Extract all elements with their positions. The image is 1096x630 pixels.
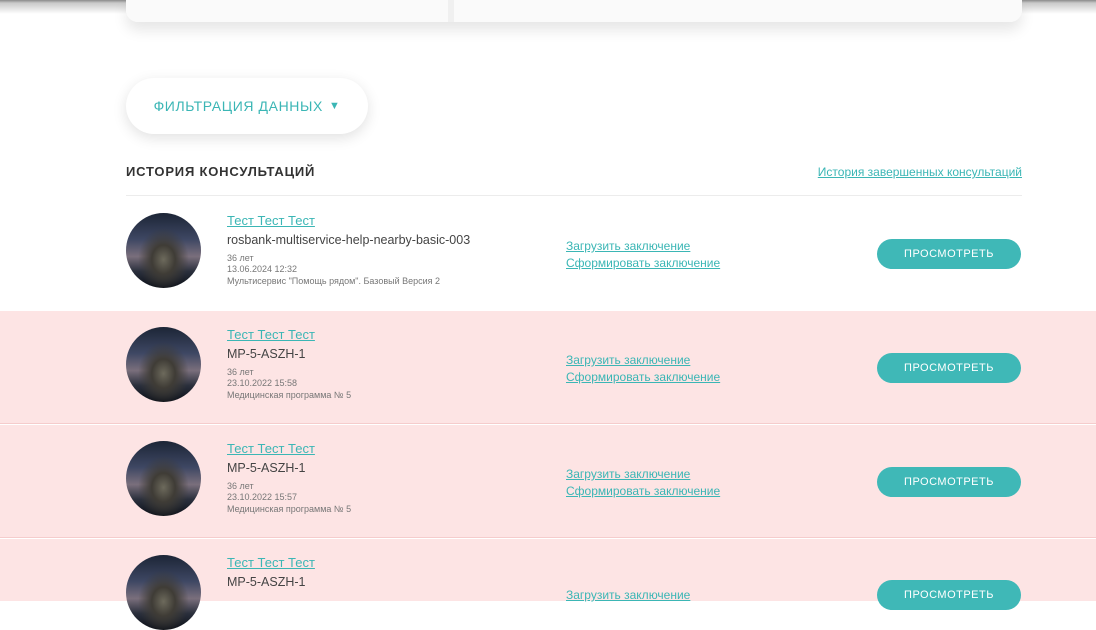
filter-data-label: ФИЛЬТРАЦИЯ ДАННЫХ — [153, 98, 323, 114]
program-name: Медицинская программа № 5 — [227, 390, 352, 400]
generate-conclusion-link[interactable]: Сформировать заключение — [566, 370, 720, 384]
view-button[interactable]: ПРОСМОТРЕТЬ — [877, 580, 1021, 610]
patient-age: 36 лет — [227, 481, 254, 491]
filter-data-button[interactable]: ФИЛЬТРАЦИЯ ДАННЫХ ▼ — [126, 78, 368, 134]
avatar — [126, 213, 201, 288]
upload-conclusion-link[interactable]: Загрузить заключение — [566, 588, 690, 602]
page-title: ИСТОРИЯ КОНСУЛЬТАЦИЙ — [126, 164, 316, 179]
caret-down-icon: ▼ — [328, 100, 341, 112]
program-name: Мультисервис "Помощь рядом". Базовый Вер… — [227, 276, 441, 286]
avatar — [126, 555, 201, 630]
program-code: MP-5-ASZH-1 — [227, 461, 306, 475]
search-panel-bottom — [126, 0, 1022, 22]
upload-conclusion-link[interactable]: Загрузить заключение — [566, 239, 690, 253]
program-code: MP-5-ASZH-1 — [227, 575, 306, 589]
row-divider — [0, 537, 1096, 538]
consultation-date: 13.06.2024 12:32 — [227, 264, 298, 274]
consultation-date: 23.10.2022 15:58 — [227, 378, 298, 388]
patient-age: 36 лет — [227, 367, 254, 377]
patient-age: 36 лет — [227, 253, 254, 263]
search-panel-right — [454, 0, 1022, 22]
avatar — [126, 327, 201, 402]
consultation-row: Тест Тест Тест MP-5-ASZH-1 36 лет 23.10.… — [0, 425, 1096, 538]
search-panel-left — [126, 0, 448, 22]
program-name: Медицинская программа № 5 — [227, 504, 352, 514]
generate-conclusion-link[interactable]: Сформировать заключение — [566, 256, 720, 270]
program-code: MP-5-ASZH-1 — [227, 347, 306, 361]
consultation-row: Тест Тест Тест rosbank-multiservice-help… — [0, 197, 1096, 310]
consultation-row: Тест Тест Тест MP-5-ASZH-1 36 лет 23.10.… — [0, 311, 1096, 424]
upload-conclusion-link[interactable]: Загрузить заключение — [566, 467, 690, 481]
program-code: rosbank-multiservice-help-nearby-basic-0… — [227, 233, 471, 247]
avatar — [126, 441, 201, 516]
generate-conclusion-link[interactable]: Сформировать заключение — [566, 484, 720, 498]
upload-conclusion-link[interactable]: Загрузить заключение — [566, 353, 690, 367]
consultation-row: Тест Тест Тест MP-5-ASZH-1 Загрузить зак… — [0, 539, 1096, 630]
patient-name-link[interactable]: Тест Тест Тест — [227, 327, 315, 342]
patient-name-link[interactable]: Тест Тест Тест — [227, 555, 315, 570]
divider — [126, 195, 1022, 196]
view-button[interactable]: ПРОСМОТРЕТЬ — [877, 353, 1021, 383]
patient-name-link[interactable]: Тест Тест Тест — [227, 441, 315, 456]
completed-history-link[interactable]: История завершенных консультаций — [818, 165, 1022, 179]
patient-name-link[interactable]: Тест Тест Тест — [227, 213, 315, 228]
view-button[interactable]: ПРОСМОТРЕТЬ — [877, 239, 1021, 269]
row-divider — [0, 423, 1096, 424]
view-button[interactable]: ПРОСМОТРЕТЬ — [877, 467, 1021, 497]
consultation-date: 23.10.2022 15:57 — [227, 492, 298, 502]
